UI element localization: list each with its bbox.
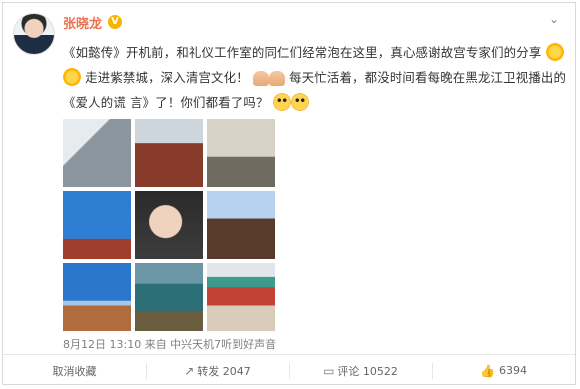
sun-emoji-icon <box>63 68 81 86</box>
sun-emoji-icon <box>545 43 564 61</box>
photo-2[interactable] <box>135 119 203 187</box>
thumb-up-icon: 👍 <box>480 363 495 378</box>
action-bar: 取消收藏 ↗ 转发 2047 ▭ 评论 10522 👍 6394 <box>3 354 575 386</box>
photo-7[interactable] <box>63 263 131 331</box>
photo-grid <box>63 119 279 333</box>
avatar[interactable] <box>13 13 55 55</box>
photo-6[interactable] <box>207 191 275 259</box>
share-icon: ↗ <box>184 363 195 378</box>
comment-button[interactable]: ▭ 评论 10522 <box>289 355 432 386</box>
comment-label: 评论 10522 <box>337 364 398 378</box>
photo-9[interactable] <box>207 263 275 331</box>
repost-label: 转发 2047 <box>197 364 251 378</box>
face-emoji-icon <box>290 93 309 111</box>
like-button[interactable]: 👍 6394 <box>432 355 575 386</box>
post-text: 《如懿传》开机前，和礼仪工作室的同仁们经常泡在这里，真心感谢故宫专家们的分享 走… <box>63 40 573 115</box>
weibo-post-card: 张晓龙 V ⌄ 《如懿传》开机前，和礼仪工作室的同仁们经常泡在这里，真心感谢故宫… <box>2 2 576 385</box>
author-name[interactable]: 张晓龙 <box>63 13 102 32</box>
face-emoji-icon <box>272 93 291 111</box>
collect-label: 取消收藏 <box>52 364 97 378</box>
vip-badge-icon: V <box>108 15 122 29</box>
clap-emoji-icon <box>252 71 269 86</box>
chevron-down-icon[interactable]: ⌄ <box>547 12 561 26</box>
collect-button[interactable]: 取消收藏 <box>3 355 146 386</box>
photo-1[interactable] <box>63 119 131 187</box>
like-count: 6394 <box>498 364 527 377</box>
comment-icon: ▭ <box>323 363 335 378</box>
photo-4[interactable] <box>63 191 131 259</box>
post-text-line1: 《如懿传》开机前，和礼仪工作室的同仁们经常泡在这里，真心感谢故宫专家们的分享 <box>63 45 542 60</box>
clap-emoji-icon <box>268 71 285 86</box>
post-text-line2a: 走进紫禁城，深入清宫文化！ <box>85 70 249 85</box>
post-meta: 8月12日 13:10 来自 中兴天机7听到好声音 <box>63 338 277 351</box>
photo-5[interactable] <box>135 191 203 259</box>
photo-8[interactable] <box>135 263 203 331</box>
photo-3[interactable] <box>207 119 275 187</box>
repost-button[interactable]: ↗ 转发 2047 <box>146 355 289 386</box>
post-text-line3: 言》了！你们都看了吗？ <box>130 95 269 110</box>
